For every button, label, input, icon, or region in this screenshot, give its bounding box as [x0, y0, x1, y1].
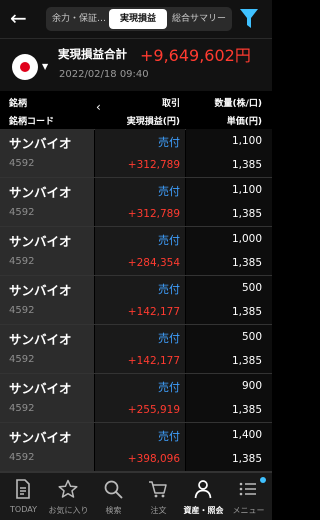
- summary-label: 実現損益合計: [58, 47, 127, 61]
- nav-label: TODAY: [10, 505, 37, 514]
- row-code: 4592: [9, 207, 35, 218]
- row-name: サンバイオ: [9, 283, 72, 298]
- row-code: 4592: [9, 403, 35, 414]
- nav-today[interactable]: TODAY: [1, 473, 46, 520]
- menu-icon: [239, 482, 256, 496]
- person-icon: [194, 480, 212, 499]
- row-qty: 1,100: [231, 184, 262, 196]
- row-qty: 1,000: [231, 233, 262, 245]
- row-price: 1,385: [231, 306, 262, 318]
- row-code: 4592: [9, 158, 35, 169]
- nav-label: お気に入り: [48, 506, 89, 515]
- star-icon: [58, 479, 78, 498]
- table-row[interactable]: サンバイオ 4592 売付 +142,177 500 1,385: [0, 276, 272, 325]
- document-icon: [16, 479, 30, 499]
- nav-label: 資産・照会: [183, 506, 224, 515]
- nav-label: 注文: [150, 506, 167, 515]
- row-pl: +142,177: [127, 306, 180, 318]
- back-arrow-icon[interactable]: ←: [10, 6, 27, 30]
- table-row[interactable]: サンバイオ 4592 売付 +312,789 1,100 1,385: [0, 178, 272, 227]
- table-row[interactable]: サンバイオ 4592 売付 +398,096 1,400 1,385: [0, 423, 272, 472]
- summary-value: +9,649,602円: [140, 46, 251, 65]
- summary-date: 2022/02/18 09:40: [59, 69, 149, 80]
- row-qty: 900: [241, 380, 262, 392]
- row-qty: 1,100: [231, 135, 262, 147]
- row-side: 売付: [158, 185, 180, 198]
- nav-label: メニュー: [232, 506, 265, 515]
- row-code: 4592: [9, 305, 35, 316]
- row-price: 1,385: [231, 159, 262, 171]
- row-name: サンバイオ: [9, 185, 72, 200]
- row-qty: 500: [241, 331, 262, 343]
- trade-list: サンバイオ 4592 売付 +312,789 1,100 1,385 サンバイオ…: [0, 129, 272, 472]
- row-pl: +255,919: [127, 404, 180, 416]
- tab-margin[interactable]: 余力・保証…: [50, 9, 108, 29]
- col-qty: 数量(株/口): [214, 99, 262, 109]
- row-price: 1,385: [231, 257, 262, 269]
- nav-label: 検索: [105, 506, 122, 515]
- row-code: 4592: [9, 354, 35, 365]
- row-code: 4592: [9, 256, 35, 267]
- row-pl: +398,096: [127, 453, 180, 465]
- table-row[interactable]: サンバイオ 4592 売付 +284,354 1,000 1,385: [0, 227, 272, 276]
- row-name: サンバイオ: [9, 332, 72, 347]
- row-qty: 500: [241, 282, 262, 294]
- table-row[interactable]: サンバイオ 4592 売付 +312,789 1,100 1,385: [0, 129, 272, 178]
- row-name: サンバイオ: [9, 234, 72, 249]
- nav-assets[interactable]: 資産・照会: [181, 473, 226, 520]
- bottom-nav: TODAY お気に入り 検索 注文 資産・照会 メニュー: [0, 472, 272, 520]
- flag-red-circle: [20, 62, 30, 72]
- row-pl: +142,177: [127, 355, 180, 367]
- row-side: 売付: [158, 234, 180, 247]
- nav-order[interactable]: 注文: [136, 473, 181, 520]
- col-name: 銘柄: [9, 99, 28, 109]
- row-pl: +284,354: [127, 257, 180, 269]
- row-price: 1,385: [231, 404, 262, 416]
- filter-icon[interactable]: [240, 9, 258, 29]
- col-code: 銘柄コード: [9, 117, 55, 127]
- nav-search[interactable]: 検索: [91, 473, 136, 520]
- row-side: 売付: [158, 283, 180, 296]
- col-pl: 実現損益(円): [126, 117, 180, 127]
- row-code: 4592: [9, 452, 35, 463]
- row-side: 売付: [158, 430, 180, 443]
- nav-menu[interactable]: メニュー: [226, 473, 271, 520]
- caret-down-icon[interactable]: ▼: [42, 62, 48, 71]
- col-trade: 取引: [161, 99, 180, 109]
- row-name: サンバイオ: [9, 430, 72, 445]
- tab-group: 余力・保証… 実現損益 総合サマリー: [46, 7, 232, 31]
- row-name: サンバイオ: [9, 136, 72, 151]
- row-side: 売付: [158, 381, 180, 394]
- table-row[interactable]: サンバイオ 4592 売付 +255,919 900 1,385: [0, 374, 272, 423]
- row-price: 1,385: [231, 355, 262, 367]
- tab-summary[interactable]: 総合サマリー: [168, 9, 230, 29]
- row-name: サンバイオ: [9, 381, 72, 396]
- row-side: 売付: [158, 332, 180, 345]
- row-price: 1,385: [231, 453, 262, 465]
- table-row[interactable]: サンバイオ 4592 売付 +142,177 500 1,385: [0, 325, 272, 374]
- search-icon: [104, 480, 123, 499]
- row-price: 1,385: [231, 208, 262, 220]
- row-side: 売付: [158, 136, 180, 149]
- nav-favorites[interactable]: お気に入り: [46, 473, 91, 520]
- col-price: 単価(円): [226, 117, 262, 127]
- row-pl: +312,789: [127, 208, 180, 220]
- row-qty: 1,400: [231, 429, 262, 441]
- chevron-left-icon[interactable]: ‹: [96, 100, 101, 114]
- row-pl: +312,789: [127, 159, 180, 171]
- notification-dot: [260, 477, 266, 483]
- tab-realized-pl[interactable]: 実現損益: [109, 9, 167, 29]
- cart-icon: [149, 481, 167, 498]
